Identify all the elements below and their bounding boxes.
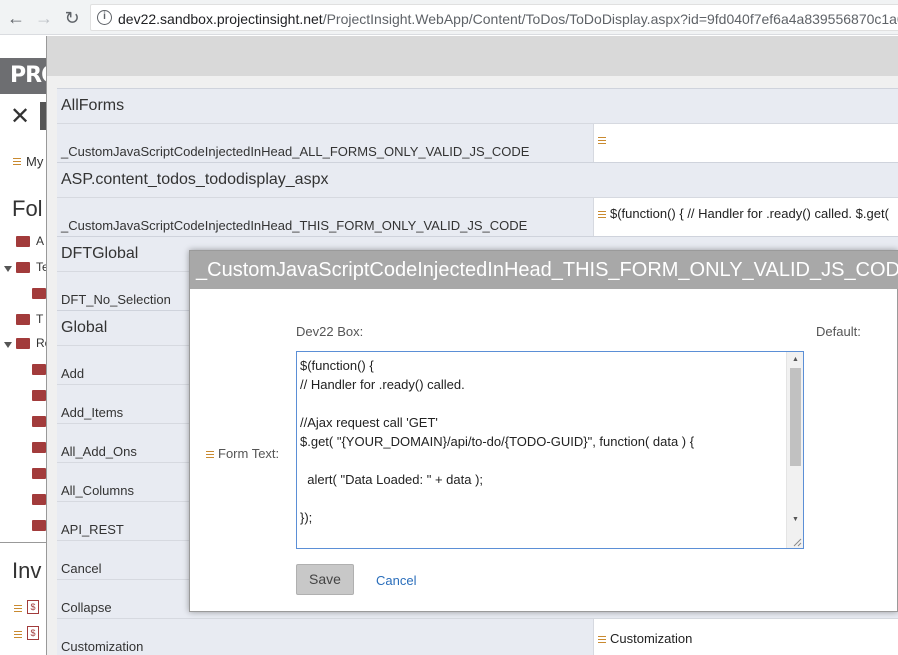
section-header: ASP.content_todos_tododisplay_aspx (57, 162, 898, 197)
panel-header (47, 36, 898, 76)
code-editor-text[interactable]: $(function() { // Handler for .ready() c… (300, 356, 786, 544)
resize-handle-icon[interactable] (792, 537, 802, 547)
info-icon[interactable]: i (97, 10, 112, 25)
list-icon (14, 605, 22, 612)
setting-label: All_Add_Ons (61, 444, 137, 459)
list-icon (13, 158, 21, 165)
folder-icon (32, 288, 46, 299)
form-text-label-text: Form Text: (218, 446, 280, 461)
setting-value[interactable]: Customization (593, 619, 898, 655)
scroll-up-icon[interactable]: ▲ (787, 354, 804, 366)
address-bar[interactable]: i dev22.sandbox.projectinsight.net/Proje… (90, 4, 898, 31)
url-host: dev22.sandbox.projectinsight.net (118, 11, 323, 27)
folder-icon (32, 468, 46, 479)
tree-item[interactable]: Te (36, 260, 46, 274)
setting-label: Customization (61, 639, 144, 654)
list-icon (598, 211, 606, 219)
expand-icon[interactable] (4, 266, 12, 272)
setting-label: API_REST (61, 522, 124, 537)
list-icon (598, 636, 606, 644)
setting-label: DFT_No_Selection (61, 292, 171, 307)
setting-label: Collapse (61, 600, 112, 615)
back-arrow-icon[interactable]: ← (6, 8, 26, 28)
invoice-icon[interactable]: $ (27, 600, 39, 614)
folder-icon (16, 338, 30, 349)
app-logo: PRO (0, 58, 46, 94)
folder-icon (16, 314, 30, 325)
setting-row[interactable]: Customization Customization (57, 618, 898, 655)
folders-heading: Fol (12, 196, 43, 221)
forward-arrow-icon[interactable]: → (34, 8, 54, 28)
tree-item[interactable]: Re (36, 336, 46, 350)
expand-icon[interactable] (4, 342, 12, 348)
browser-toolbar: ← → ↻ i dev22.sandbox.projectinsight.net… (0, 0, 898, 35)
close-icon[interactable]: ✕ (10, 102, 30, 131)
list-icon (14, 631, 22, 638)
folder-icon (16, 236, 30, 247)
setting-value[interactable] (593, 124, 898, 162)
save-button[interactable]: Save (296, 564, 354, 595)
list-icon (206, 451, 214, 459)
form-text-label: Form Text: (206, 446, 279, 461)
folder-icon (32, 494, 46, 505)
folder-icon (32, 520, 46, 531)
setting-label: _CustomJavaScriptCodeInjectedInHead_THIS… (61, 218, 528, 233)
my-label[interactable]: My (26, 154, 43, 169)
list-icon (598, 137, 606, 145)
tree-item[interactable]: T (36, 312, 43, 326)
setting-value-text: $(function() { // Handler for .ready() c… (610, 206, 889, 221)
code-editor[interactable]: $(function() { // Handler for .ready() c… (296, 351, 804, 549)
setting-label: Add_Items (61, 405, 124, 420)
setting-row[interactable]: _CustomJavaScriptCodeInjectedInHead_THIS… (57, 197, 898, 236)
reload-icon[interactable]: ↻ (62, 8, 82, 28)
divider (0, 542, 46, 543)
folder-icon (32, 364, 46, 375)
cancel-link[interactable]: Cancel (376, 573, 416, 588)
tree-item[interactable]: A (36, 234, 44, 248)
default-label: Default: (816, 324, 861, 339)
setting-value-text: Customization (610, 631, 693, 646)
setting-label: Add (61, 366, 85, 381)
invoices-heading: Inv (12, 558, 42, 583)
folder-icon (32, 442, 46, 453)
scrollbar[interactable]: ▲ ▼ (786, 352, 803, 548)
dialog-title: _CustomJavaScriptCodeInjectedInHead_THIS… (190, 251, 898, 289)
section-header: AllForms (57, 88, 898, 123)
invoice-icon[interactable]: $ (27, 626, 39, 640)
setting-label: _CustomJavaScriptCodeInjectedInHead_ALL_… (61, 144, 530, 159)
url-path: /ProjectInsight.WebApp/Content/ToDos/ToD… (322, 11, 898, 27)
setting-row[interactable]: _CustomJavaScriptCodeInjectedInHead_ALL_… (57, 123, 898, 162)
background-app: PRO ✕ My Fol A Te T Re Inv $ $ (0, 36, 46, 655)
folder-icon (16, 262, 30, 273)
setting-value[interactable]: $(function() { // Handler for .ready() c… (593, 198, 898, 236)
edit-setting-dialog: _CustomJavaScriptCodeInjectedInHead_THIS… (189, 250, 898, 612)
scrollbar-thumb[interactable] (790, 368, 801, 466)
setting-label: Cancel (61, 561, 102, 576)
scroll-down-icon[interactable]: ▼ (787, 514, 804, 526)
folder-icon (32, 416, 46, 427)
box-label: Dev22 Box: (296, 324, 364, 339)
folder-icon (32, 390, 46, 401)
setting-label: All_Columns (61, 483, 134, 498)
url-text[interactable]: dev22.sandbox.projectinsight.net/Project… (118, 11, 898, 27)
